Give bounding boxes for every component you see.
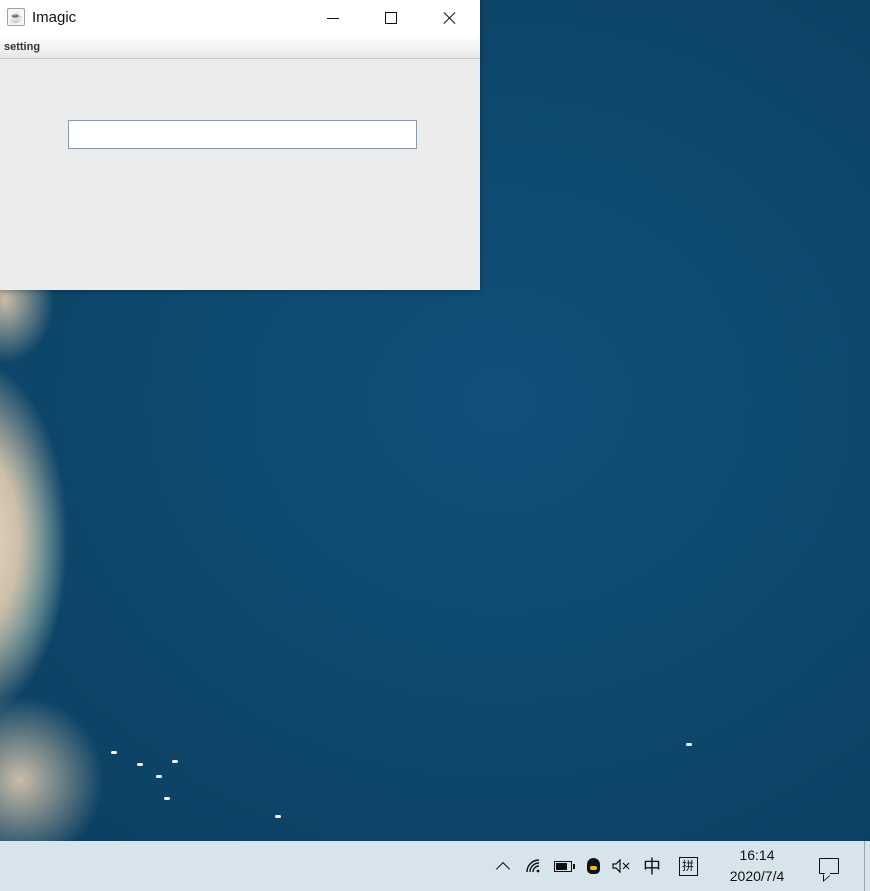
qq-tray-button[interactable] [582, 841, 604, 891]
wifi-icon [526, 859, 540, 873]
network-button[interactable] [522, 841, 546, 891]
chevron-up-icon [495, 861, 511, 877]
boat [156, 775, 162, 778]
qq-icon [586, 858, 600, 874]
boat [686, 743, 692, 746]
battery-icon [554, 860, 575, 872]
action-center-icon [819, 858, 839, 874]
boat [164, 797, 170, 800]
boat [111, 751, 117, 754]
boat [172, 760, 178, 763]
ime-mode-label: 中 [643, 857, 661, 877]
speaker-muted-icon [612, 858, 630, 874]
minimize-icon [327, 17, 339, 19]
clock-time: 16:14 [739, 847, 775, 863]
imagic-window: ☕ Imagic setting [0, 0, 480, 290]
ime-mode-button[interactable]: 中 [640, 841, 664, 891]
menu-bar: setting [0, 36, 480, 59]
action-center-button[interactable] [814, 841, 844, 891]
minimize-button[interactable] [310, 0, 356, 36]
maximize-icon [385, 12, 397, 24]
boat [137, 763, 143, 766]
menu-setting[interactable]: setting [4, 41, 40, 53]
battery-button[interactable] [552, 841, 575, 891]
ime-layout-button[interactable]: 拼 [676, 841, 700, 891]
boat [275, 815, 281, 818]
clock-button[interactable]: 16:14 2020/7/4 [716, 845, 798, 887]
java-cup-icon[interactable]: ☕ [7, 8, 25, 26]
ime-layout-label: 拼 [678, 856, 698, 876]
clock-date: 2020/7/4 [729, 868, 785, 884]
show-desktop-button[interactable] [864, 841, 865, 891]
close-icon [443, 11, 457, 25]
show-hidden-icons-button[interactable] [492, 841, 514, 891]
taskbar: 中 拼 16:14 2020/7/4 [0, 841, 870, 891]
volume-button[interactable] [608, 841, 634, 891]
window-title: Imagic [32, 9, 77, 26]
maximize-button[interactable] [368, 0, 414, 36]
text-input[interactable] [68, 120, 417, 149]
close-button[interactable] [427, 0, 473, 36]
title-bar[interactable]: ☕ Imagic [0, 0, 480, 36]
